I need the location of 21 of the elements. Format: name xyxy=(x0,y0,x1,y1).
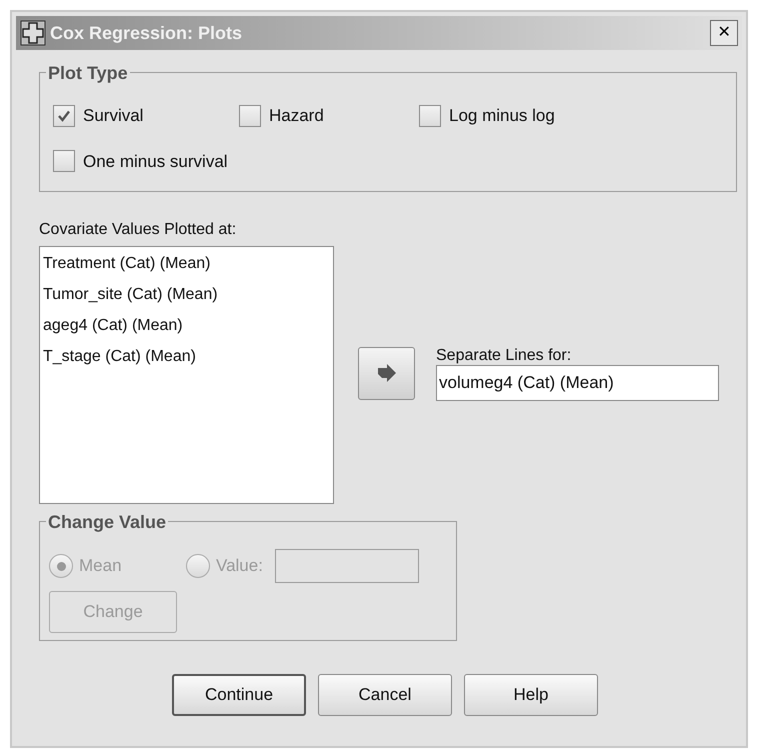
dialog-button[interactable]: Help xyxy=(464,674,598,716)
covariates-label: Covariate Values Plotted at: xyxy=(39,220,238,240)
dialog-button[interactable]: Cancel xyxy=(318,674,452,716)
arrow-icon xyxy=(376,364,398,384)
checkbox[interactable]: Log minus log xyxy=(419,103,555,128)
separate-lines-label: Separate Lines for: xyxy=(436,347,572,365)
checkbox[interactable]: Survival xyxy=(53,103,239,128)
check-icon xyxy=(57,108,71,123)
app-icon xyxy=(20,20,46,46)
covariates-list[interactable]: Treatment (Cat) (Mean) Tumor_site (Cat) (Mean) ageg4 (Cat) (Mean) T_stage (Cat) (Mean) xyxy=(39,246,334,504)
close-button[interactable]: ✕ xyxy=(710,20,738,46)
dialog-button[interactable]: Continue xyxy=(172,674,306,716)
separate-lines-field[interactable]: volumeg4 (Cat) (Mean) xyxy=(436,365,719,401)
checkbox[interactable]: Hazard xyxy=(239,103,419,128)
list-item[interactable]: Treatment (Cat) (Mean) xyxy=(43,253,330,275)
move-button[interactable] xyxy=(358,347,415,400)
list-item[interactable]: Tumor_site (Cat) (Mean) xyxy=(43,284,330,306)
list-item[interactable]: T_stage (Cat) (Mean) xyxy=(43,346,330,368)
checkbox[interactable]: One minus survival xyxy=(53,148,723,174)
window-title: Cox Regression: Plots xyxy=(50,22,244,45)
list-item[interactable]: ageg4 (Cat) (Mean) xyxy=(43,315,330,337)
